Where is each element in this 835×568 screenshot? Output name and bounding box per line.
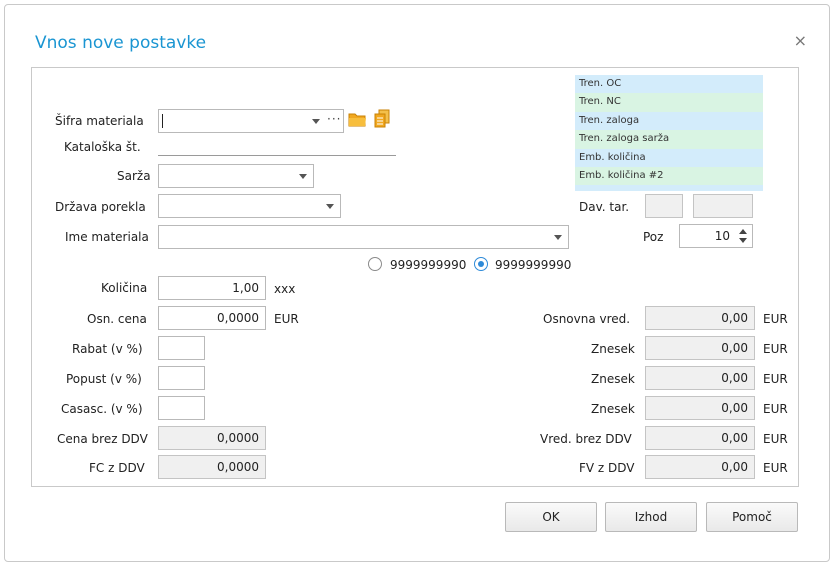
spin-down-icon[interactable] [739, 238, 747, 243]
vred-brez-field: 0,00 [645, 426, 755, 450]
fc-z-field: 0,0000 [158, 455, 266, 479]
znesek-field-1: 0,00 [645, 336, 755, 360]
pomoc-button[interactable]: Pomoč [706, 502, 798, 532]
currency-unit: EUR [763, 372, 788, 386]
currency-unit: EUR [763, 432, 788, 446]
text-cursor [162, 114, 163, 128]
chevron-down-icon[interactable] [554, 235, 562, 240]
dialog-title: Vnos nove postavke [35, 33, 207, 53]
stock-info-list: Tren. OC Tren. NC Tren. zaloga Tren. zal… [575, 75, 763, 191]
stock-info-item: ... [575, 185, 763, 191]
more-icon[interactable]: ··· [327, 112, 341, 126]
znesek-field-2: 0,00 [645, 366, 755, 390]
znesek-label: Znesek [591, 402, 635, 416]
stock-info-item: Tren. zaloga sarža [575, 130, 763, 149]
radio-option-1[interactable] [368, 257, 382, 271]
radio-option-2-label: 9999999990 [495, 258, 572, 272]
drzava-select[interactable] [158, 194, 341, 218]
currency-unit: EUR [763, 312, 788, 326]
kolicina-unit: xxx [274, 282, 296, 296]
osn-cena-input[interactable]: 0,0000 [158, 306, 266, 330]
chevron-down-icon[interactable] [312, 119, 320, 124]
cena-brez-label: Cena brez DDV [57, 432, 148, 446]
sarza-label: Sarža [117, 169, 151, 183]
osn-cena-unit: EUR [274, 312, 299, 326]
osnovna-vred-field: 0,00 [645, 306, 755, 330]
kataloska-label: Kataloška št. [64, 140, 141, 154]
ime-label: Ime materiala [65, 230, 149, 244]
kolicina-input[interactable]: 1,00 [158, 276, 266, 300]
popust-label: Popust (v %) [66, 372, 142, 386]
sifra-label: Šifra materiala [55, 114, 144, 128]
ok-button[interactable]: OK [505, 502, 597, 532]
cena-brez-field: 0,0000 [158, 426, 266, 450]
osnovna-vred-label: Osnovna vred. [543, 312, 631, 326]
vred-brez-label: Vred. brez DDV [540, 432, 632, 446]
stock-info-item: Emb. količina [575, 148, 763, 167]
currency-unit: EUR [763, 461, 788, 475]
copy-icon[interactable] [373, 109, 391, 129]
znesek-label: Znesek [591, 342, 635, 356]
kataloska-field[interactable] [158, 155, 396, 156]
kolicina-label: Količina [101, 281, 148, 295]
spin-up-icon[interactable] [739, 229, 747, 234]
dav-tar-label: Dav. tar. [579, 200, 630, 214]
fc-z-label: FC z DDV [89, 461, 145, 475]
izhod-button[interactable]: Izhod [605, 502, 697, 532]
radio-option-2[interactable] [474, 257, 488, 271]
casasc-label: Casasc. (v %) [61, 402, 143, 416]
folder-icon[interactable] [348, 111, 367, 128]
osn-cena-label: Osn. cena [87, 312, 147, 326]
spin-icon[interactable] [736, 225, 750, 247]
fv-z-label: FV z DDV [579, 461, 635, 475]
znesek-label: Znesek [591, 372, 635, 386]
rabat-label: Rabat (v %) [72, 342, 143, 356]
stock-info-item: Tren. OC [575, 75, 763, 94]
currency-unit: EUR [763, 342, 788, 356]
drzava-label: Država porekla [55, 200, 146, 214]
chevron-down-icon[interactable] [326, 204, 334, 209]
close-icon[interactable]: × [794, 31, 807, 50]
stock-info-item: Tren. NC [575, 93, 763, 112]
dav-tar-field-1 [645, 194, 683, 218]
dav-tar-field-2 [693, 194, 753, 218]
casasc-input[interactable] [158, 396, 205, 420]
radio-option-1-label: 9999999990 [390, 258, 467, 272]
znesek-field-3: 0,00 [645, 396, 755, 420]
stock-info-item: Tren. zaloga [575, 111, 763, 131]
currency-unit: EUR [763, 402, 788, 416]
poz-label: Poz [643, 230, 664, 244]
popust-input[interactable] [158, 366, 205, 390]
stock-info-item: Emb. količina #2 [575, 166, 763, 186]
ime-select[interactable] [158, 225, 569, 249]
fv-z-field: 0,00 [645, 455, 755, 479]
chevron-down-icon[interactable] [299, 174, 307, 179]
rabat-input[interactable] [158, 336, 205, 360]
sarza-select[interactable] [158, 164, 314, 188]
